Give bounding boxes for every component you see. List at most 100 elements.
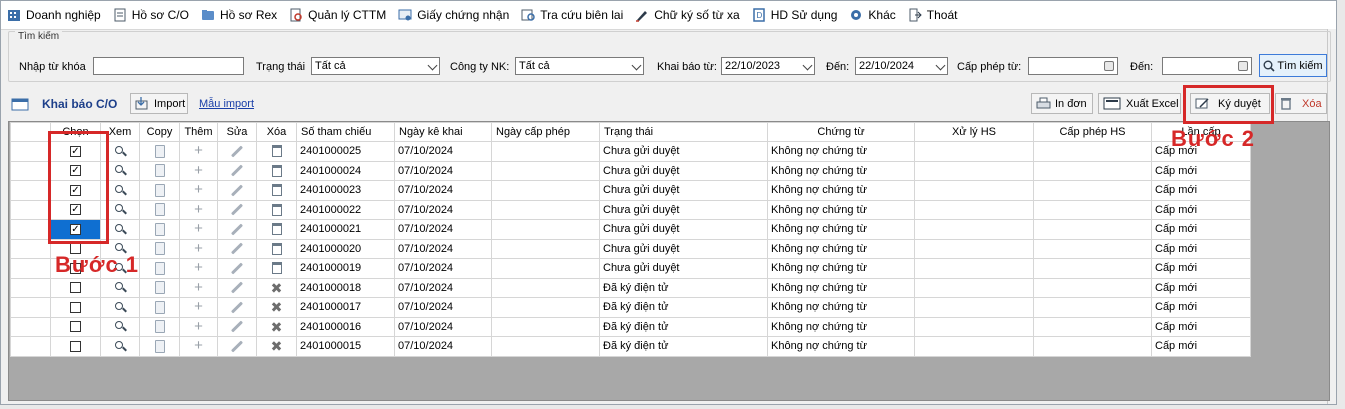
- row-header-cell[interactable]: [10, 277, 51, 298]
- pencil-icon[interactable]: [230, 203, 244, 216]
- menu-hd-su-dung[interactable]: D HD Sử dụng: [746, 2, 844, 28]
- zoom-icon[interactable]: [114, 223, 126, 235]
- permit-cell[interactable]: [1033, 336, 1152, 357]
- reference-cell[interactable]: 2401000020: [296, 238, 395, 259]
- select-cell[interactable]: [50, 336, 101, 357]
- status-cell[interactable]: Chưa gửi duyệt: [599, 238, 768, 259]
- permit-date-cell[interactable]: [491, 160, 600, 181]
- pencil-icon[interactable]: [230, 145, 244, 158]
- pencil-icon[interactable]: [230, 262, 244, 275]
- col-header-reference[interactable]: Số tham chiếu: [296, 122, 395, 142]
- col-header-edit[interactable]: Sửa: [217, 122, 257, 142]
- permit-cell[interactable]: [1033, 160, 1152, 181]
- copy-cell[interactable]: [139, 180, 180, 201]
- declare-date-cell[interactable]: 07/10/2024: [394, 297, 492, 318]
- documents-cell[interactable]: Không nợ chứng từ: [767, 277, 915, 298]
- row-header-cell[interactable]: [10, 238, 51, 259]
- table-row[interactable]: +2401000019 07/10/2024 Chưa gửi duyệt Không…: [10, 258, 1251, 279]
- col-header-permit-date[interactable]: Ngày cấp phép: [491, 122, 600, 142]
- copy-cell[interactable]: [139, 258, 180, 279]
- declare-date-cell[interactable]: 07/10/2024: [394, 199, 492, 220]
- issue-cell[interactable]: Cấp mới: [1151, 316, 1251, 337]
- permit-date-cell[interactable]: [491, 297, 600, 318]
- declare-date-cell[interactable]: 07/10/2024: [394, 219, 492, 240]
- table-row[interactable]: ✓ +2401000023 07/10/2024 Chưa gửi duyệt Khôn…: [10, 180, 1251, 201]
- permit-date-cell[interactable]: [491, 141, 600, 162]
- declare-co-button[interactable]: Khai báo C/O: [11, 93, 117, 114]
- process-cell[interactable]: [914, 336, 1034, 357]
- plus-icon[interactable]: +: [194, 202, 203, 217]
- add-cell[interactable]: +: [179, 238, 218, 259]
- menu-tra-cuu-bien-lai[interactable]: Tra cứu biên lai: [515, 2, 629, 28]
- add-cell[interactable]: +: [179, 336, 218, 357]
- documents-cell[interactable]: Không nợ chứng từ: [767, 316, 915, 337]
- col-header-delete[interactable]: Xóa: [256, 122, 297, 142]
- process-cell[interactable]: [914, 199, 1034, 220]
- documents-cell[interactable]: Không nợ chứng từ: [767, 219, 915, 240]
- add-cell[interactable]: +: [179, 316, 218, 337]
- pencil-icon[interactable]: [230, 281, 244, 294]
- menu-quan-ly-cttm[interactable]: Quản lý CTTM: [283, 2, 392, 28]
- row-header-cell[interactable]: [10, 199, 51, 220]
- copy-document-icon[interactable]: [154, 242, 165, 256]
- plus-icon[interactable]: +: [194, 163, 203, 178]
- pencil-icon[interactable]: [230, 184, 244, 197]
- select-cell[interactable]: [50, 297, 101, 318]
- pencil-icon[interactable]: [230, 301, 244, 314]
- menu-ho-so-co[interactable]: Hồ sơ C/O: [107, 2, 195, 28]
- search-button[interactable]: Tìm kiếm: [1259, 54, 1327, 77]
- status-cell[interactable]: Đã ký điện tử: [599, 336, 768, 357]
- permit-cell[interactable]: [1033, 297, 1152, 318]
- issue-cell[interactable]: Cấp mới: [1151, 336, 1251, 357]
- col-header-copy[interactable]: Copy: [139, 122, 180, 142]
- permit-date-cell[interactable]: [491, 199, 600, 220]
- reference-cell[interactable]: 2401000019: [296, 258, 395, 279]
- copy-document-icon[interactable]: [154, 261, 165, 275]
- delete-cell[interactable]: [256, 180, 297, 201]
- reference-cell[interactable]: 2401000023: [296, 180, 395, 201]
- copy-cell[interactable]: [139, 297, 180, 318]
- view-cell[interactable]: [100, 316, 140, 337]
- permit-date-cell[interactable]: [491, 238, 600, 259]
- edit-cell[interactable]: [217, 219, 257, 240]
- permit-from-date-picker[interactable]: [1028, 57, 1118, 75]
- edit-cell[interactable]: [217, 258, 257, 279]
- reference-cell[interactable]: 2401000025: [296, 141, 395, 162]
- row-header-cell[interactable]: [10, 141, 51, 162]
- zoom-icon[interactable]: [114, 145, 126, 157]
- issue-cell[interactable]: Cấp mới: [1151, 160, 1251, 181]
- add-cell[interactable]: +: [179, 141, 218, 162]
- zoom-icon[interactable]: [114, 282, 126, 293]
- menu-khac[interactable]: Khác: [843, 2, 901, 28]
- reference-cell[interactable]: 2401000018: [296, 277, 395, 298]
- delete-cell[interactable]: [256, 238, 297, 259]
- row-checkbox[interactable]: [70, 340, 81, 352]
- process-cell[interactable]: [914, 238, 1034, 259]
- plus-icon[interactable]: +: [194, 182, 203, 197]
- edit-cell[interactable]: [217, 160, 257, 181]
- row-checkbox[interactable]: [70, 282, 81, 294]
- copy-document-icon[interactable]: [154, 203, 165, 217]
- process-cell[interactable]: [914, 180, 1034, 201]
- reference-cell[interactable]: 2401000024: [296, 160, 395, 181]
- table-row[interactable]: +2401000020 07/10/2024 Chưa gửi duyệt Không…: [10, 238, 1251, 259]
- documents-cell[interactable]: Không nợ chứng từ: [767, 258, 915, 279]
- template-import-link[interactable]: Mẫu import: [199, 93, 254, 114]
- copy-document-icon[interactable]: [154, 183, 165, 197]
- status-cell[interactable]: Chưa gửi duyệt: [599, 160, 768, 181]
- pencil-icon[interactable]: [230, 320, 244, 333]
- trash-icon[interactable]: [271, 203, 282, 216]
- zoom-icon[interactable]: [114, 184, 126, 196]
- pencil-icon[interactable]: [230, 164, 244, 177]
- status-cell[interactable]: Đã ký điện tử: [599, 316, 768, 337]
- add-cell[interactable]: +: [179, 297, 218, 318]
- edit-cell[interactable]: [217, 180, 257, 201]
- process-cell[interactable]: [914, 160, 1034, 181]
- issue-cell[interactable]: Cấp mới: [1151, 199, 1251, 220]
- copy-document-icon[interactable]: [154, 281, 165, 295]
- edit-cell[interactable]: [217, 316, 257, 337]
- table-row[interactable]: + ✖ 2401000016 07/10/2024 Đã ký điện tử Không…: [10, 316, 1251, 337]
- pencil-icon[interactable]: [230, 242, 244, 255]
- status-cell[interactable]: Chưa gửi duyệt: [599, 180, 768, 201]
- process-cell[interactable]: [914, 277, 1034, 298]
